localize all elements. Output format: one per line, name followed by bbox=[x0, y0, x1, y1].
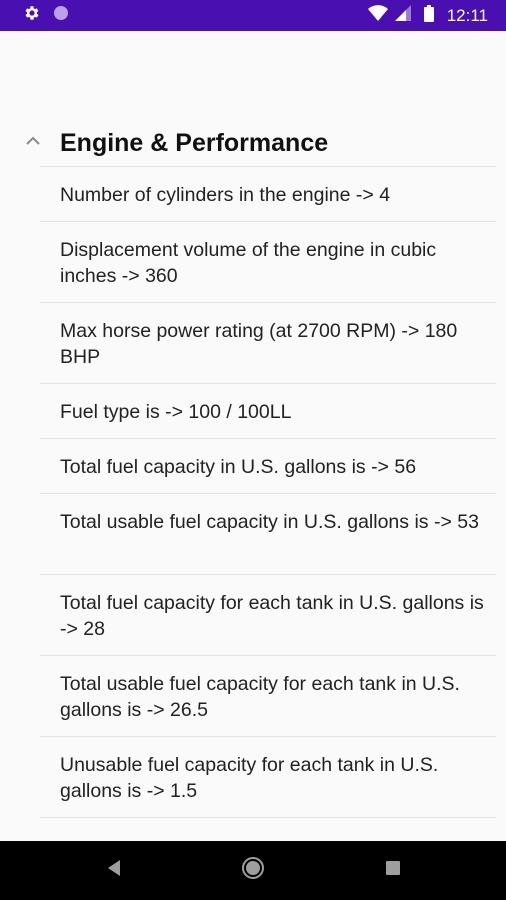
list-item: Total fuel capacity for each tank in U.S… bbox=[40, 574, 496, 655]
content-area: Engine & Performance Number of cylinders… bbox=[0, 31, 506, 841]
wifi-icon bbox=[367, 5, 388, 26]
section-title: Engine & Performance bbox=[60, 129, 329, 157]
home-button[interactable] bbox=[223, 841, 283, 900]
back-icon bbox=[106, 859, 122, 882]
chevron-up-icon[interactable] bbox=[25, 133, 41, 151]
list-item: Displacement volume of the engine in cub… bbox=[40, 221, 496, 302]
signal-icon bbox=[394, 5, 411, 26]
status-bar: 12:11 bbox=[0, 0, 506, 31]
list-item: Total usable fuel capacity for each tank… bbox=[40, 655, 496, 736]
list-item: Number of cylinders in the engine -> 4 bbox=[40, 166, 496, 221]
battery-icon bbox=[423, 4, 434, 27]
list-item: Fuel type is -> 100 / 100LL bbox=[40, 383, 496, 438]
section-header-engine-performance[interactable]: Engine & Performance bbox=[0, 119, 506, 165]
back-button[interactable] bbox=[84, 841, 144, 900]
clock: 12:11 bbox=[446, 5, 488, 25]
list-item: Unusable fuel capacity for each tank in … bbox=[40, 736, 496, 817]
list-item: Total fuel capacity in U.S. gallons is -… bbox=[40, 438, 496, 493]
list-divider bbox=[40, 817, 496, 818]
engine-info-list: Number of cylinders in the engine -> 4 D… bbox=[40, 166, 496, 818]
gear-icon bbox=[23, 4, 41, 27]
recents-icon bbox=[385, 860, 401, 881]
list-item: Total usable fuel capacity in U.S. gallo… bbox=[40, 493, 496, 574]
list-item: Max horse power rating (at 2700 RPM) -> … bbox=[40, 302, 496, 383]
home-icon bbox=[241, 856, 265, 885]
circle-icon bbox=[53, 5, 69, 26]
navigation-bar bbox=[0, 841, 506, 900]
recents-button[interactable] bbox=[363, 841, 423, 900]
